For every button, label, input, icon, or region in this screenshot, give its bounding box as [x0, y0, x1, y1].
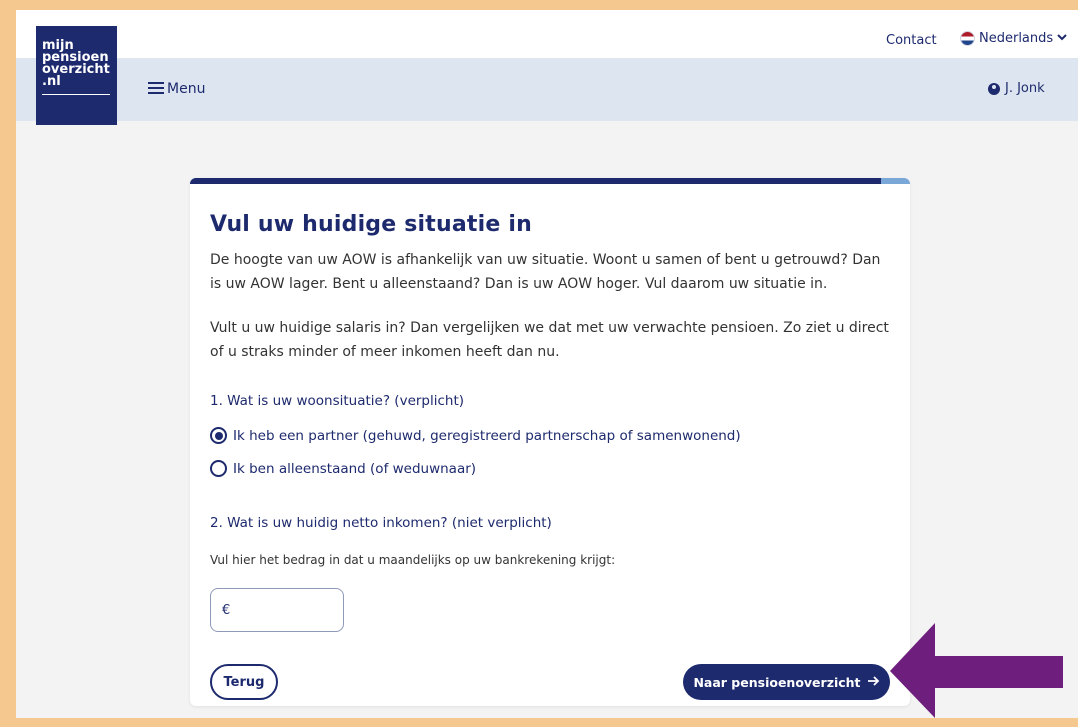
- language-label: Nederlands: [979, 31, 1054, 46]
- logo-line: .nl: [42, 74, 61, 89]
- income-hint: Vul hier het bedrag in dat u maandelijks…: [210, 553, 616, 567]
- page-title: Vul uw huidige situatie in: [210, 212, 532, 237]
- hamburger-icon: [148, 82, 164, 96]
- logo-underline: [42, 94, 110, 95]
- intro-paragraph-salary: Vult u uw huidige salaris in? Dan vergel…: [210, 320, 889, 360]
- user-account-link[interactable]: J. Jonk: [988, 81, 1045, 96]
- radio-option-partner[interactable]: Ik heb een partner (gehuwd, geregistreer…: [210, 427, 741, 444]
- browser-viewport: Contact Nederlands mijn pensioen overzic…: [16, 10, 1078, 718]
- radio-option-single[interactable]: Ik ben alleenstaand (of weduwnaar): [210, 460, 476, 477]
- next-button[interactable]: Naar pensioenoverzicht: [683, 664, 890, 700]
- radio-label: Ik heb een partner (gehuwd, geregistreer…: [233, 427, 741, 444]
- radio-label: Ik ben alleenstaand (of weduwnaar): [233, 460, 477, 477]
- chevron-down-icon: [1057, 33, 1067, 44]
- back-button[interactable]: Terug: [210, 664, 278, 700]
- question-living-situation: 1. Wat is uw woonsituatie? (verplicht): [210, 393, 465, 409]
- currency-symbol: €: [222, 602, 231, 618]
- next-button-label: Naar pensioenoverzicht: [693, 674, 861, 690]
- netherlands-flag-icon: [960, 31, 975, 46]
- radio-button[interactable]: [210, 460, 227, 477]
- progress-bar-fill: [190, 178, 882, 184]
- income-amount-input[interactable]: €: [210, 588, 344, 632]
- question-net-income: 2. Wat is uw huidig netto inkomen? (niet…: [210, 515, 552, 531]
- site-logo[interactable]: mijn pensioen overzicht .nl: [36, 26, 117, 125]
- contact-link[interactable]: Contact: [886, 33, 937, 48]
- progress-bar: [190, 178, 910, 184]
- arrow-right-icon: [867, 673, 880, 691]
- user-circle-icon: [988, 82, 1000, 95]
- language-selector[interactable]: Nederlands: [960, 31, 1067, 46]
- intro-paragraph-aow: De hoogte van uw AOW is afhankelijk van …: [210, 252, 881, 292]
- radio-button[interactable]: [210, 427, 227, 444]
- menu-label: Menu: [167, 81, 206, 97]
- menu-button[interactable]: Menu: [148, 81, 205, 97]
- situation-form-card: Vul uw huidige situatie in De hoogte van…: [190, 178, 910, 706]
- user-name: J. Jonk: [1005, 81, 1045, 96]
- annotation-arrow-icon: [890, 623, 1063, 718]
- top-bar: Contact Nederlands: [16, 10, 1078, 58]
